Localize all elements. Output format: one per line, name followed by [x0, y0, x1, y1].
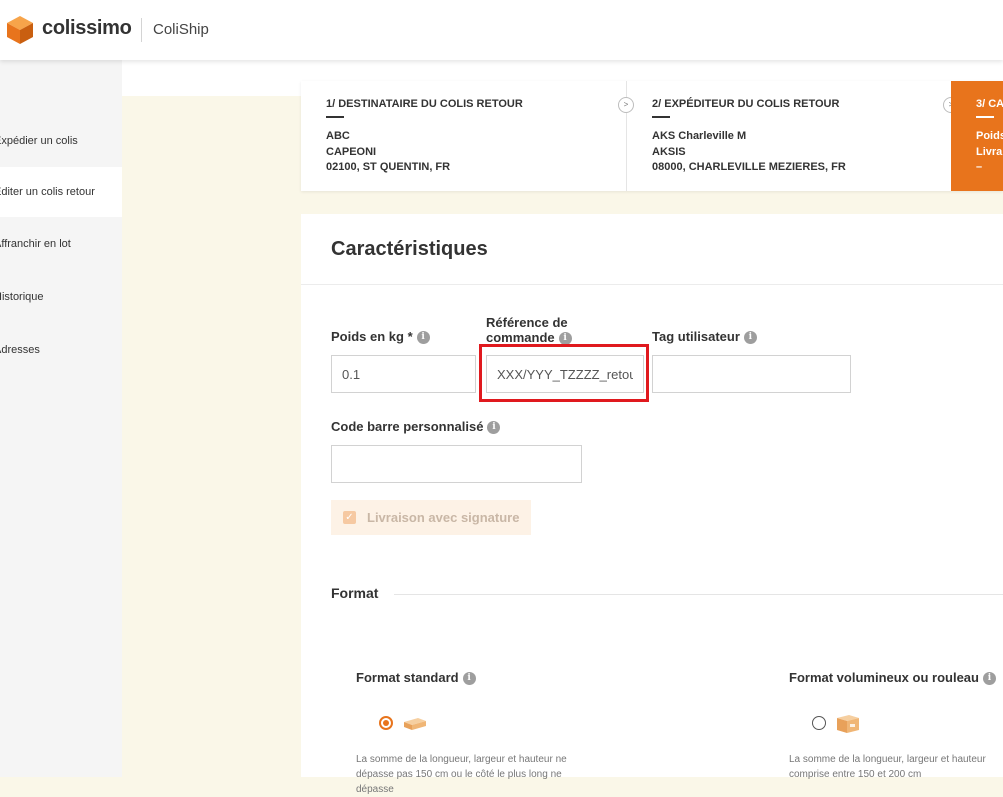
step-summary: AKS Charleville M AKSIS 08000, CHARLEVIL…	[652, 129, 846, 176]
large-box-icon	[837, 715, 859, 733]
step-line: 02100, ST QUENTIN, FR	[326, 161, 451, 173]
tag-utilisateur-input[interactable]	[652, 355, 851, 393]
checkbox-checked-icon[interactable]: ✓	[343, 511, 356, 524]
step-title-underline	[326, 116, 344, 118]
step-line: CAPEONI	[326, 145, 377, 158]
shipment-stepper: 1/ DESTINATAIRE DU COLIS RETOUR ABC CAPE…	[301, 81, 1003, 191]
info-icon[interactable]: i	[416, 331, 430, 345]
reference-label: Référence de commande i	[486, 315, 572, 346]
format-volumineux-text: Format volumineux ou rouleau	[789, 670, 979, 685]
sidebar-item-colis-retour[interactable]: Éditer un colis retour	[0, 167, 122, 217]
poids-label-text: Poids en kg *	[331, 329, 413, 344]
format-standard-label: Format standard i	[356, 670, 476, 686]
section-divider	[301, 284, 1003, 285]
step-line: Livra	[976, 145, 1003, 158]
step-line: –	[976, 161, 983, 173]
tag-label: Tag utilisateur i	[652, 329, 757, 345]
tag-label-text: Tag utilisateur	[652, 329, 740, 344]
format-divider	[394, 594, 1003, 595]
caracteristiques-card: Caractéristiques Poids en kg *i Référenc…	[301, 214, 1003, 795]
colissimo-box-logo-icon[interactable]	[6, 15, 34, 45]
section-title: Caractéristiques	[331, 238, 488, 260]
sidebar-item-historique[interactable]: Historique	[0, 272, 122, 322]
reference-label-line1: Référence de	[486, 315, 568, 330]
info-icon[interactable]: i	[982, 672, 996, 686]
signature-checkbox-row[interactable]: ✓ Livraison avec signature	[331, 500, 531, 535]
step-summary: Poids Livra –	[976, 129, 1003, 176]
step-title: 1/ DESTINATAIRE DU COLIS RETOUR	[326, 98, 523, 110]
step-line: Poids	[976, 130, 1003, 142]
sidebar-item-label: Affranchir en lot	[0, 238, 71, 250]
sidebar-item-label: Éditer un colis retour	[0, 186, 95, 198]
step-line: ABC	[326, 130, 350, 142]
sidebar-item-affranchir[interactable]: Affranchir en lot	[0, 219, 122, 269]
format-section-title: Format	[331, 585, 379, 601]
code-barre-input[interactable]	[331, 445, 582, 483]
step-line: AKS Charleville M	[652, 130, 747, 142]
info-icon[interactable]: i	[743, 331, 757, 345]
step-caracteristiques-active[interactable]: 3/ CA Poids Livra –	[951, 81, 1003, 191]
sidebar: Expédier un colis Éditer un colis retour…	[0, 60, 122, 777]
format-standard-radio[interactable]	[379, 716, 393, 730]
step-destinataire[interactable]: 1/ DESTINATAIRE DU COLIS RETOUR ABC CAPE…	[301, 81, 626, 191]
brand-logo-text[interactable]: colissimo	[42, 17, 132, 40]
step-line: 08000, CHARLEVILLE MEZIERES, FR	[652, 161, 846, 173]
sidebar-item-expedier[interactable]: Expédier un colis	[0, 116, 122, 166]
code-barre-label-text: Code barre personnalisé	[331, 419, 484, 434]
top-bar: colissimo ColiShip	[0, 0, 1003, 60]
sidebar-item-label: Adresses	[0, 344, 40, 356]
step-line: AKSIS	[652, 145, 686, 158]
info-icon[interactable]: i	[487, 421, 501, 435]
format-volumineux-radio[interactable]	[812, 716, 826, 730]
reference-label-line2: commande	[486, 330, 555, 345]
format-volumineux-label: Format volumineux ou rouleau i	[789, 670, 996, 686]
sidebar-item-label: Expédier un colis	[0, 135, 78, 147]
step-title-underline	[976, 116, 994, 118]
poids-label: Poids en kg * i	[331, 329, 430, 345]
format-standard-text: Format standard	[356, 670, 459, 685]
code-barre-label: Code barre personnalisé i	[331, 419, 501, 435]
step-title: 3/ CA	[976, 98, 1003, 110]
poids-input[interactable]	[331, 355, 476, 393]
sidebar-item-adresses[interactable]: Adresses	[0, 325, 122, 375]
highlight-box-annotation	[479, 344, 649, 402]
sidebar-item-label: Historique	[0, 291, 44, 303]
header-separator	[141, 18, 142, 42]
app-name: ColiShip	[153, 21, 209, 38]
format-volumineux-description: La somme de la longueur, largeur et haut…	[789, 754, 986, 780]
step-title: 2/ EXPÉDITEUR DU COLIS RETOUR	[652, 98, 840, 110]
info-icon[interactable]: i	[462, 672, 476, 686]
flat-box-icon	[404, 718, 426, 730]
step-summary: ABC CAPEONI 02100, ST QUENTIN, FR	[326, 129, 450, 176]
signature-label: Livraison avec signature	[367, 510, 520, 525]
step-title-underline	[652, 116, 670, 118]
format-standard-description: La somme de la longueur, largeur et haut…	[356, 754, 567, 795]
step-expediteur[interactable]: 2/ EXPÉDITEUR DU COLIS RETOUR AKS Charle…	[627, 81, 951, 191]
